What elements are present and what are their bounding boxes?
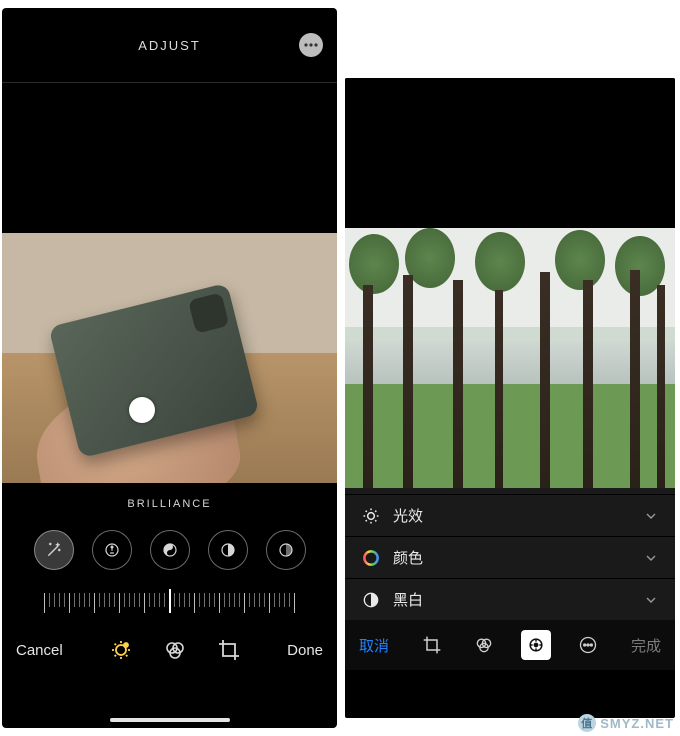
- done-button[interactable]: Done: [287, 642, 323, 659]
- watermark: 值 SMYZ.NET: [578, 714, 674, 732]
- more-button[interactable]: [299, 33, 323, 57]
- exposure-icon: [103, 541, 121, 559]
- light-icon: [361, 506, 381, 526]
- adjustment-list: 光效 颜色 黑白: [345, 488, 675, 620]
- filters-icon: [163, 638, 187, 662]
- half-circle-alt-icon: [277, 541, 295, 559]
- highlights-dial[interactable]: [208, 530, 248, 570]
- watermark-icon: 值: [578, 714, 596, 732]
- photo-preview-area: [2, 83, 337, 483]
- right-screenshot: 光效 颜色 黑白 取消: [345, 78, 675, 718]
- crop-icon: [217, 638, 241, 662]
- bw-row[interactable]: 黑白: [345, 578, 675, 620]
- exposure-dial[interactable]: [92, 530, 132, 570]
- adjust-dial-icon: [526, 635, 546, 655]
- brilliance-dial[interactable]: [150, 530, 190, 570]
- adjust-icon: [109, 638, 133, 662]
- photo-preview[interactable]: [2, 233, 337, 483]
- cancel-button[interactable]: Cancel: [16, 642, 63, 659]
- adjustment-label: BRILLIANCE: [2, 483, 337, 517]
- chevron-down-icon: [643, 508, 659, 524]
- home-indicator: [110, 718, 230, 722]
- row-label: 颜色: [393, 547, 423, 568]
- yinyang-icon: [161, 541, 179, 559]
- color-row[interactable]: 颜色: [345, 536, 675, 578]
- crop-tool[interactable]: [417, 630, 447, 660]
- chevron-down-icon: [643, 592, 659, 608]
- filters-tool[interactable]: [161, 636, 189, 664]
- wand-icon: [45, 541, 63, 559]
- right-bottom-toolbar: 取消 完成: [345, 620, 675, 670]
- light-row[interactable]: 光效: [345, 494, 675, 536]
- filters-icon: [474, 635, 494, 655]
- more-tool[interactable]: [573, 630, 603, 660]
- half-circle-icon: [219, 541, 237, 559]
- auto-enhance-dial[interactable]: [34, 530, 74, 570]
- adjustment-slider[interactable]: [2, 583, 337, 623]
- right-top-blank: [345, 78, 675, 228]
- left-header: ADJUST: [2, 8, 337, 82]
- page-title: ADJUST: [138, 38, 201, 53]
- ellipsis-circle-icon: [578, 635, 598, 655]
- adjust-tool[interactable]: [521, 630, 551, 660]
- adjustment-dials: [2, 517, 337, 583]
- left-bottom-toolbar: Cancel Done: [2, 623, 337, 677]
- watermark-text: SMYZ.NET: [600, 716, 674, 731]
- color-icon: [361, 548, 381, 568]
- photo-preview[interactable]: [345, 228, 675, 488]
- shadows-dial[interactable]: [266, 530, 306, 570]
- row-label: 光效: [393, 505, 423, 526]
- left-screenshot: ADJUST BRILLIANCE: [2, 8, 337, 728]
- done-button[interactable]: 完成: [631, 635, 661, 656]
- slider-center-mark: [169, 589, 171, 613]
- crop-icon: [422, 635, 442, 655]
- row-label: 黑白: [393, 589, 423, 610]
- cancel-button[interactable]: 取消: [359, 635, 389, 656]
- chevron-down-icon: [643, 550, 659, 566]
- ellipsis-icon: [304, 43, 318, 47]
- crop-tool[interactable]: [215, 636, 243, 664]
- filters-tool[interactable]: [469, 630, 499, 660]
- adjust-tool[interactable]: [107, 636, 135, 664]
- bw-icon: [361, 590, 381, 610]
